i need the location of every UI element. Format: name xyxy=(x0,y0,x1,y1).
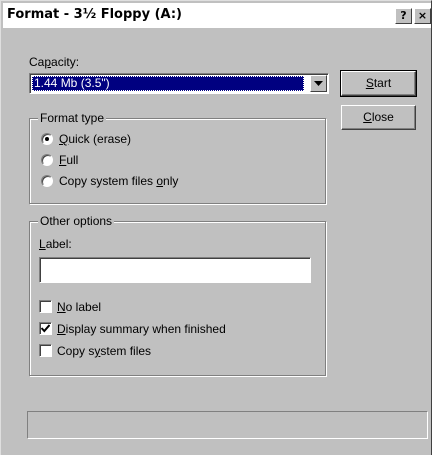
start-button[interactable]: Start xyxy=(340,70,417,97)
capacity-dropdown-button[interactable] xyxy=(310,75,327,92)
radio-button[interactable] xyxy=(41,154,53,166)
help-button[interactable]: ? xyxy=(395,8,412,24)
close-window-button[interactable]: × xyxy=(414,8,431,24)
capacity-selected-value: 1.44 Mb (3.5") xyxy=(32,76,304,91)
close-icon: × xyxy=(417,9,428,22)
radio-button[interactable] xyxy=(41,133,53,145)
label-field-label: Label: xyxy=(39,237,72,251)
volume-label-input[interactable] xyxy=(40,258,310,282)
progress-status-bar xyxy=(27,411,428,439)
format-type-group: Format type Quick (erase) Full Copy syst… xyxy=(29,111,326,204)
title-bar[interactable]: Format - 3½ Floppy (A:) ? × xyxy=(3,3,431,28)
checkbox[interactable] xyxy=(39,322,52,335)
capacity-label: Capacity: xyxy=(29,55,80,69)
chevron-down-icon xyxy=(314,81,323,86)
window-title: Format - 3½ Floppy (A:) xyxy=(7,7,182,22)
help-icon: ? xyxy=(400,9,407,22)
checkmark-icon xyxy=(41,324,50,333)
format-dialog: Format - 3½ Floppy (A:) ? × Capacity: 1.… xyxy=(0,0,432,455)
capacity-select[interactable]: 1.44 Mb (3.5") xyxy=(29,73,329,94)
checkbox[interactable] xyxy=(39,344,52,357)
checkbox[interactable] xyxy=(39,300,52,313)
volume-label-input-frame[interactable] xyxy=(39,257,311,283)
radio-button[interactable] xyxy=(41,175,53,187)
radio-selected-dot xyxy=(45,137,49,141)
close-button[interactable]: Close xyxy=(341,105,416,130)
format-type-title: Format type xyxy=(38,111,107,125)
other-options-title: Other options xyxy=(38,214,115,228)
